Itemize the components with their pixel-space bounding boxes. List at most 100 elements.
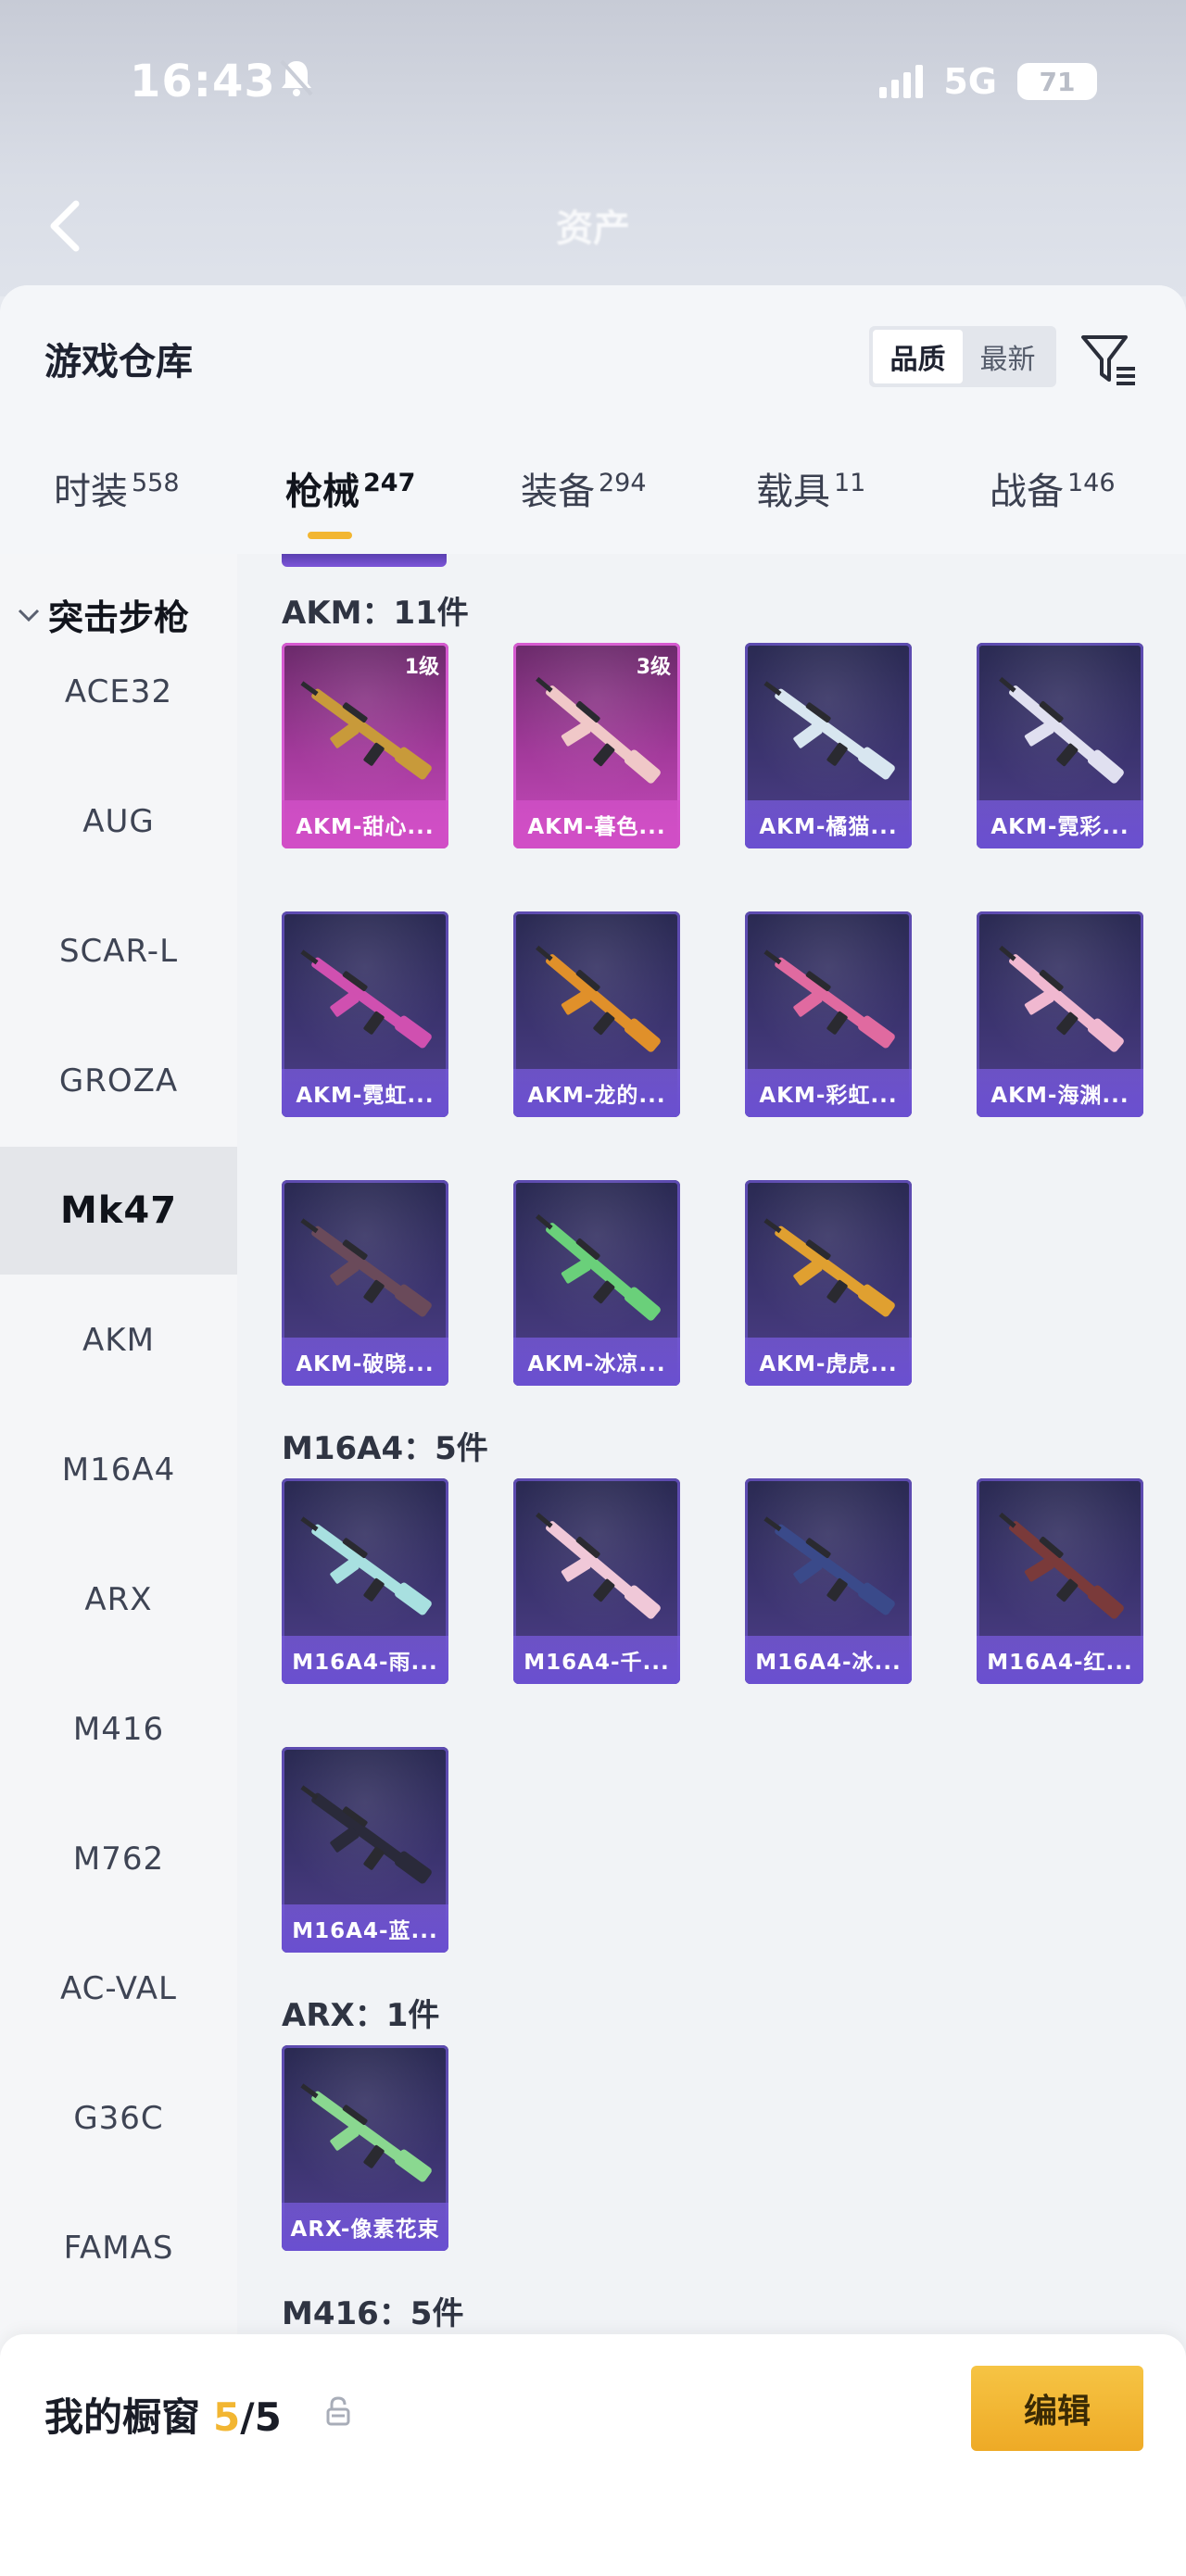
- weapon-card[interactable]: AKM-霓虹...: [282, 911, 448, 1117]
- weapon-card[interactable]: AKM-海渊...: [977, 911, 1143, 1117]
- filter-icon[interactable]: [1079, 330, 1139, 389]
- weapon-name: AKM-虎虎...: [745, 1338, 912, 1386]
- section-title: M16A4：5件: [282, 1430, 488, 1467]
- weapon-name: AKM-暮色...: [513, 800, 680, 848]
- weapon-card[interactable]: M16A4-红...: [977, 1478, 1143, 1684]
- weapon-card[interactable]: M16A4-蓝...: [282, 1747, 448, 1953]
- tab-equipment[interactable]: 装备 294: [521, 461, 647, 545]
- rifle-icon: [763, 1516, 895, 1615]
- edit-button[interactable]: 编辑: [971, 2366, 1143, 2451]
- rail-item-ac-val[interactable]: AC-VAL: [0, 1925, 237, 2053]
- weapon-card[interactable]: M16A4-冰...: [745, 1478, 912, 1684]
- weapon-name: AKM-冰凉...: [513, 1338, 680, 1386]
- weapon-name: AKM-霓彩...: [977, 800, 1143, 848]
- tab-label: 枪械: [285, 471, 360, 513]
- weapon-card[interactable]: 1级 AKM-甜心...: [282, 643, 448, 848]
- rail-item-m416[interactable]: M416: [0, 1665, 237, 1793]
- tab-label: 载具: [756, 471, 830, 513]
- weapon-card[interactable]: AKM-彩虹...: [745, 911, 912, 1117]
- status-right: 5G 71: [879, 61, 1097, 102]
- bell-off-icon: [280, 59, 313, 96]
- rifle-icon: [999, 676, 1124, 784]
- showcase-current: 5: [213, 2394, 241, 2440]
- tab-count: 11: [834, 469, 866, 497]
- sort-quality-button[interactable]: 品质: [873, 330, 963, 383]
- section-title: AKM：11件: [282, 595, 469, 632]
- weapon-card[interactable]: AKM-冰凉...: [513, 1180, 680, 1386]
- sort-toggle: 品质 最新: [869, 326, 1056, 387]
- weapon-name: M16A4-雨...: [282, 1636, 448, 1684]
- chevron-down-icon: [18, 609, 40, 622]
- weapon-card[interactable]: AKM-霓彩...: [977, 643, 1143, 848]
- rail-item-akm[interactable]: AKM: [0, 1276, 237, 1404]
- active-tab-indicator: [308, 532, 352, 539]
- tab-fashion[interactable]: 时装 558: [54, 461, 180, 545]
- sort-newest-button[interactable]: 最新: [963, 330, 1053, 383]
- battery-indicator: 71: [1017, 63, 1097, 100]
- rifle-icon: [999, 945, 1124, 1052]
- weapon-card[interactable]: M16A4-千...: [513, 1478, 680, 1684]
- rail-item-ace32[interactable]: ACE32: [0, 628, 237, 756]
- rail-item-arx[interactable]: ARX: [0, 1536, 237, 1664]
- weapon-card[interactable]: AKM-龙的...: [513, 911, 680, 1117]
- weapon-card[interactable]: M16A4-雨...: [282, 1478, 448, 1684]
- tab-count: 247: [363, 469, 416, 497]
- weapon-name: AKM-龙的...: [513, 1069, 680, 1117]
- rail-item-aug[interactable]: AUG: [0, 758, 237, 886]
- rifle-icon: [536, 945, 661, 1052]
- previous-card-edge: [282, 554, 447, 567]
- weapon-name: M16A4-红...: [977, 1636, 1143, 1684]
- tab-label: 时装: [54, 471, 128, 513]
- weapon-name: AKM-彩虹...: [745, 1069, 912, 1117]
- showcase-total: /5: [240, 2394, 282, 2440]
- weapon-card[interactable]: AKM-破晓...: [282, 1180, 448, 1386]
- rail-item-groza[interactable]: GROZA: [0, 1017, 237, 1145]
- rail-item-famas[interactable]: FAMAS: [0, 2184, 237, 2312]
- tab-label: 战备: [990, 471, 1064, 513]
- category-tabs: 时装 558 枪械 247 装备 294 载具 11 战备 146: [0, 461, 1186, 545]
- warehouse-sheet: 游戏仓库 品质 最新 时装 558 枪械 247 装备 294 载具 11 战备…: [0, 285, 1186, 2576]
- tab-vehicles[interactable]: 载具 11: [756, 461, 865, 545]
- section-title: ARX：1件: [282, 1997, 440, 2034]
- warehouse-title: 游戏仓库: [44, 341, 193, 383]
- signal-icon: [879, 65, 924, 98]
- rail-item-scar-l[interactable]: SCAR-L: [0, 887, 237, 1015]
- weapon-card[interactable]: AKM-橘猫...: [745, 643, 912, 848]
- rifle-icon: [763, 1218, 895, 1317]
- sheet-header: 游戏仓库 品质 最新 时装 558 枪械 247 装备 294 载具 11 战备…: [0, 285, 1186, 554]
- weapon-card[interactable]: ARX-像素花束: [282, 2045, 448, 2251]
- tab-supplies[interactable]: 战备 146: [990, 461, 1116, 545]
- rifle-icon: [300, 1516, 432, 1615]
- background-header: 16:43 5G 71 资产: [0, 0, 1186, 296]
- rifle-icon: [300, 2083, 432, 2182]
- rifle-icon: [763, 681, 895, 780]
- weapon-card[interactable]: AKM-虎虎...: [745, 1180, 912, 1386]
- rail-item-g36c[interactable]: G36C: [0, 2055, 237, 2182]
- tab-count: 146: [1067, 469, 1116, 497]
- weapon-name: AKM-橘猫...: [745, 800, 912, 848]
- section-title: M416：5件: [282, 2295, 464, 2332]
- level-badge: 3级: [636, 656, 671, 679]
- weapon-grid: AKM：11件 1级 AKM-甜心... 3级 AKM-暮色... AKM-橘猫... AK…: [237, 554, 1186, 2576]
- lock-icon: [326, 2396, 350, 2426]
- weapon-name: M16A4-冰...: [745, 1636, 912, 1684]
- showcase-count: 5/5: [213, 2394, 282, 2440]
- tab-label: 装备: [521, 471, 595, 513]
- tab-count: 558: [132, 469, 180, 497]
- showcase-label: 我的橱窗: [44, 2394, 201, 2440]
- weapon-name: M16A4-千...: [513, 1636, 680, 1684]
- rifle-icon: [999, 1512, 1124, 1619]
- weapon-card[interactable]: 3级 AKM-暮色...: [513, 643, 680, 848]
- weapon-name: AKM-破晓...: [282, 1338, 448, 1386]
- rifle-icon: [300, 949, 432, 1049]
- showcase-bar: 我的橱窗 5/5 编辑: [0, 2334, 1186, 2576]
- weapon-name: AKM-霓虹...: [282, 1069, 448, 1117]
- rifle-icon: [536, 1512, 661, 1619]
- page-title: 资产: [556, 207, 630, 250]
- tab-count: 294: [599, 469, 647, 497]
- rail-item-m762[interactable]: M762: [0, 1795, 237, 1923]
- weapon-name: M16A4-蓝...: [282, 1904, 448, 1953]
- rail-item-mk47[interactable]: Mk47: [0, 1147, 237, 1275]
- rifle-icon: [300, 1785, 432, 1884]
- rail-item-m16a4[interactable]: M16A4: [0, 1406, 237, 1534]
